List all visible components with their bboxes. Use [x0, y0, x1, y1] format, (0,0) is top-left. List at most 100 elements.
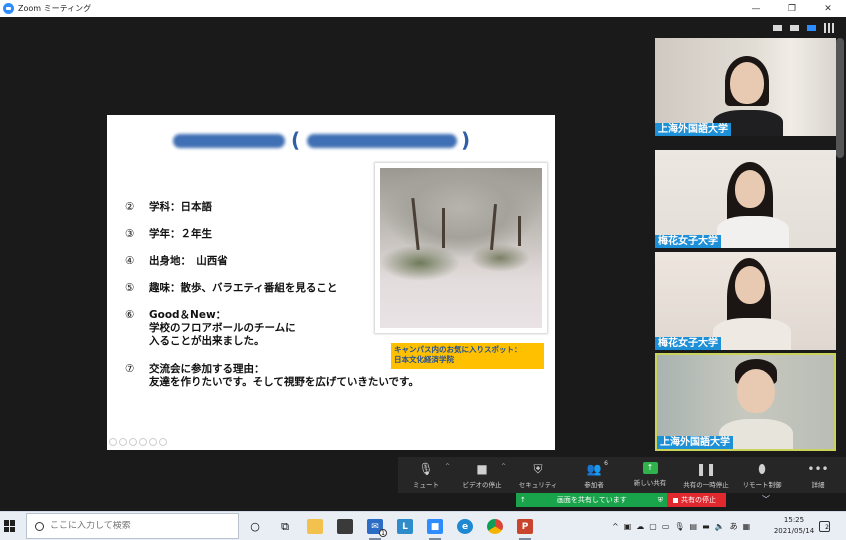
- next-slide-icon[interactable]: [119, 438, 127, 446]
- network-icon[interactable]: ▭: [662, 522, 670, 531]
- search-input[interactable]: [50, 521, 230, 531]
- close-button[interactable]: ✕: [810, 0, 846, 17]
- share-status: ↑ 画面を共有しています ⛨: [516, 493, 667, 507]
- battery-icon[interactable]: ▬: [702, 522, 710, 531]
- meeting-controls-toolbar: 🎙 ミュート ^ ■ ビデオの停止 ^ ⛨ セキュリティ 👥 6 参加者 ↑ 新…: [398, 457, 846, 493]
- shield-icon: ⛨: [533, 462, 543, 476]
- slide-title-redacted: ( ): [173, 128, 473, 154]
- ime-indicator[interactable]: あ: [730, 521, 738, 532]
- notification-center-icon[interactable]: 2: [819, 521, 830, 532]
- gallery-view-options: [655, 17, 846, 38]
- line-app-icon[interactable]: L: [390, 512, 420, 540]
- screen-share-status-bar: ↑ 画面を共有しています ⛨ 共有の停止: [516, 493, 726, 507]
- more-dots-icon: •••: [807, 462, 829, 476]
- campus-photo-frame: [375, 163, 547, 333]
- participants-button[interactable]: 👥 6 参加者: [566, 457, 622, 489]
- file-explorer-icon[interactable]: [300, 512, 330, 540]
- video-camera-icon: ■: [476, 462, 488, 476]
- participant-name: 上海外国語大学: [657, 436, 733, 449]
- view-option-2-icon[interactable]: [790, 24, 799, 31]
- mail-badge: 1: [379, 529, 387, 537]
- participant-video[interactable]: 上海外国語大学: [655, 38, 836, 136]
- maximize-button[interactable]: ❐: [774, 0, 810, 17]
- list-item: ⑤ 趣味：散歩、バラエティ番組を見ること: [125, 282, 338, 294]
- display-icon[interactable]: ▤: [690, 522, 698, 531]
- windows-taskbar: ○ ⧉ ✉1 L ■ e P ^ ▣ ☁ ▢ ▭ 🎙 ▤ ▬ 🔈 あ ▦ 15:…: [0, 511, 846, 540]
- participant-video[interactable]: 梅花女子大学: [655, 150, 836, 248]
- share-arrow-icon: ↑: [520, 496, 526, 504]
- taskbar-clock[interactable]: 15:25 2021/05/14: [772, 515, 816, 537]
- view-option-1-icon[interactable]: [773, 24, 782, 31]
- chrome-browser-icon[interactable]: [480, 512, 510, 540]
- tray-zoom-icon[interactable]: ▢: [649, 522, 657, 531]
- stop-video-button[interactable]: ■ ビデオの停止 ^: [454, 457, 510, 489]
- campus-photo: [380, 168, 542, 328]
- paren-close: ): [461, 128, 471, 152]
- powerpoint-icon[interactable]: P: [510, 512, 540, 540]
- presentation-slide: ( ) ② 学科：日本語 ③ 学年：２年生 ④ 出身地： 山西省 ⑤ 趣味：散歩…: [107, 115, 555, 450]
- microphone-icon: 🎙: [418, 462, 434, 476]
- mail-icon[interactable]: ✉ 1: [360, 512, 390, 540]
- chevron-up-icon[interactable]: ^: [445, 463, 450, 470]
- edge-browser-icon[interactable]: e: [450, 512, 480, 540]
- notification-count: 2: [825, 524, 829, 531]
- gallery-scrollbar[interactable]: [836, 38, 844, 158]
- shield-check-icon: ⛨: [657, 495, 663, 504]
- window-controls: — ❐ ✕: [738, 0, 846, 17]
- search-icon: [35, 521, 44, 531]
- cortana-icon[interactable]: ○: [240, 512, 270, 540]
- ime-pad-icon[interactable]: ▦: [743, 522, 751, 531]
- stop-share-button[interactable]: 共有の停止: [667, 493, 726, 507]
- zoom-app-icon[interactable]: ■: [420, 512, 450, 540]
- chevron-up-icon[interactable]: ^: [501, 463, 506, 470]
- prev-slide-icon[interactable]: [109, 438, 117, 446]
- task-view-icon[interactable]: ⧉: [270, 512, 300, 540]
- clock-date: 2021/05/14: [773, 527, 815, 535]
- list-item: ② 学科：日本語: [125, 201, 212, 213]
- pause-icon: ❚❚: [695, 462, 717, 476]
- slide-nav-controls[interactable]: [109, 438, 167, 446]
- tray-app-icon[interactable]: ▣: [624, 522, 632, 531]
- chevron-up-icon[interactable]: ^: [612, 522, 619, 531]
- speaker-view-icon[interactable]: [807, 24, 816, 31]
- system-tray: ^ ▣ ☁ ▢ ▭ 🎙 ▤ ▬ 🔈 あ ▦: [612, 512, 750, 540]
- cloud-icon[interactable]: ☁: [636, 522, 644, 531]
- participant-video[interactable]: 梅花女子大学: [655, 252, 836, 350]
- zoom-slide-icon[interactable]: [139, 438, 147, 446]
- participants-count: 6: [604, 460, 608, 467]
- redacted-name: [173, 134, 285, 148]
- paren-open: (: [291, 128, 301, 152]
- microphone-tray-icon[interactable]: 🎙: [674, 522, 684, 531]
- new-share-button[interactable]: ↑ 新しい共有: [622, 457, 678, 487]
- pause-share-button[interactable]: ❚❚ 共有の一時停止: [678, 457, 734, 489]
- share-screen-icon: ↑: [642, 462, 658, 474]
- store-icon[interactable]: [330, 512, 360, 540]
- windows-start-icon[interactable]: [4, 520, 16, 532]
- more-button[interactable]: ••• 詳細: [790, 457, 846, 489]
- mute-button[interactable]: 🎙 ミュート ^: [398, 457, 454, 489]
- chevron-down-icon[interactable]: ﹀: [762, 494, 770, 505]
- remote-control-button[interactable]: ⬮ リモート制御: [734, 457, 790, 489]
- participants-icon: 👥: [586, 462, 602, 476]
- window-titlebar: Zoom ミーティング — ❐ ✕: [0, 0, 846, 17]
- participant-name: 梅花女子大学: [655, 337, 721, 350]
- pen-icon[interactable]: [129, 438, 137, 446]
- taskbar-search[interactable]: [26, 513, 239, 539]
- slide-menu-icon[interactable]: [149, 438, 157, 446]
- more-slide-icon[interactable]: [159, 438, 167, 446]
- participant-name: 上海外国語大学: [655, 123, 731, 136]
- clock-time: 15:25: [783, 516, 805, 524]
- zoom-logo-icon: [3, 3, 14, 14]
- volume-icon[interactable]: 🔈: [715, 522, 725, 531]
- taskbar-apps: ○ ⧉ ✉ 1 L ■ e P: [240, 512, 540, 540]
- mouse-icon: ⬮: [758, 462, 766, 476]
- gallery-view-icon[interactable]: [824, 22, 834, 33]
- list-item: ④ 出身地： 山西省: [125, 255, 228, 267]
- window-title: Zoom ミーティング: [18, 4, 92, 13]
- photo-caption: キャンパス内のお気に入りスポット： 日本文化経済学院: [391, 343, 544, 369]
- list-item: ⑥ Good＆New： 学校のフロアボールのチームに 入ることが出来ました。: [125, 309, 296, 347]
- participant-video-active-speaker[interactable]: 上海外国語大学: [655, 353, 836, 451]
- minimize-button[interactable]: —: [738, 0, 774, 17]
- participant-name: 梅花女子大学: [655, 235, 721, 248]
- security-button[interactable]: ⛨ セキュリティ: [510, 457, 566, 489]
